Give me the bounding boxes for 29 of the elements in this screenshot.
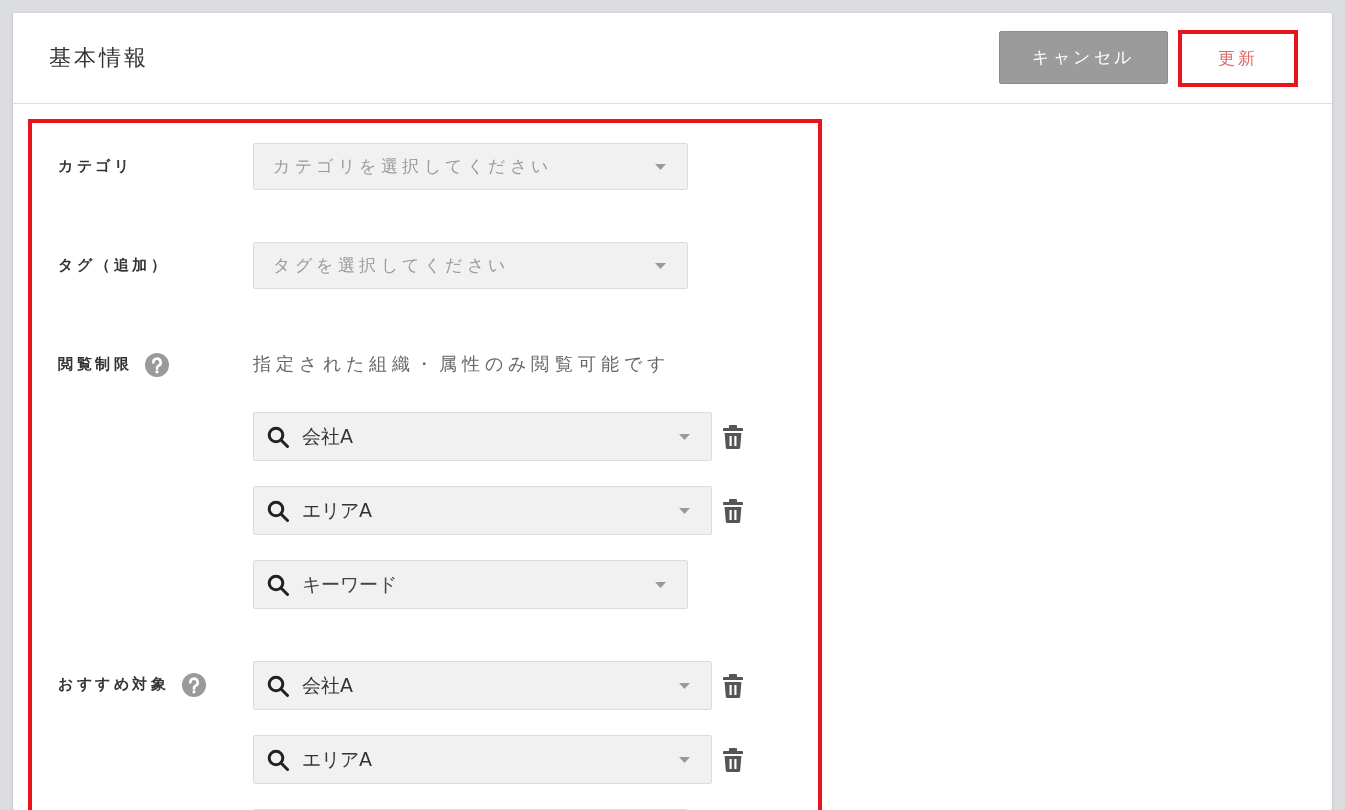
search-select[interactable]: エリアA [253,486,712,535]
field-description: 指定された組織・属性のみ閲覧可能です [253,351,672,376]
trash-icon[interactable] [723,673,743,698]
search-select[interactable]: 会社A [253,661,712,710]
search-icon [267,499,289,522]
field-label: おすすめ対象 [58,675,169,694]
caret-icon [679,756,690,763]
search-select[interactable]: 会社A [253,412,712,461]
help-icon[interactable] [182,672,206,697]
section-title: 基本情報 [49,44,149,72]
field-label: 閲覧制限 [58,355,132,374]
field-label: タグ（追加） [58,256,169,275]
caret-icon [655,163,666,170]
search-icon [267,674,289,697]
caret-icon [679,682,690,689]
search-select[interactable]: エリアA [253,735,712,784]
search-select[interactable]: キーワード [253,560,688,609]
search-icon [267,425,289,448]
search-icon [267,573,289,596]
trash-icon[interactable] [723,747,743,772]
caret-icon [655,581,666,588]
trash-icon[interactable] [723,424,743,449]
search-icon [267,748,289,771]
caret-icon [679,507,690,514]
caret-icon [655,262,666,269]
field-label: カテゴリ [58,157,132,176]
help-icon[interactable] [145,352,169,377]
trash-icon[interactable] [723,498,743,523]
caret-icon [679,433,690,440]
